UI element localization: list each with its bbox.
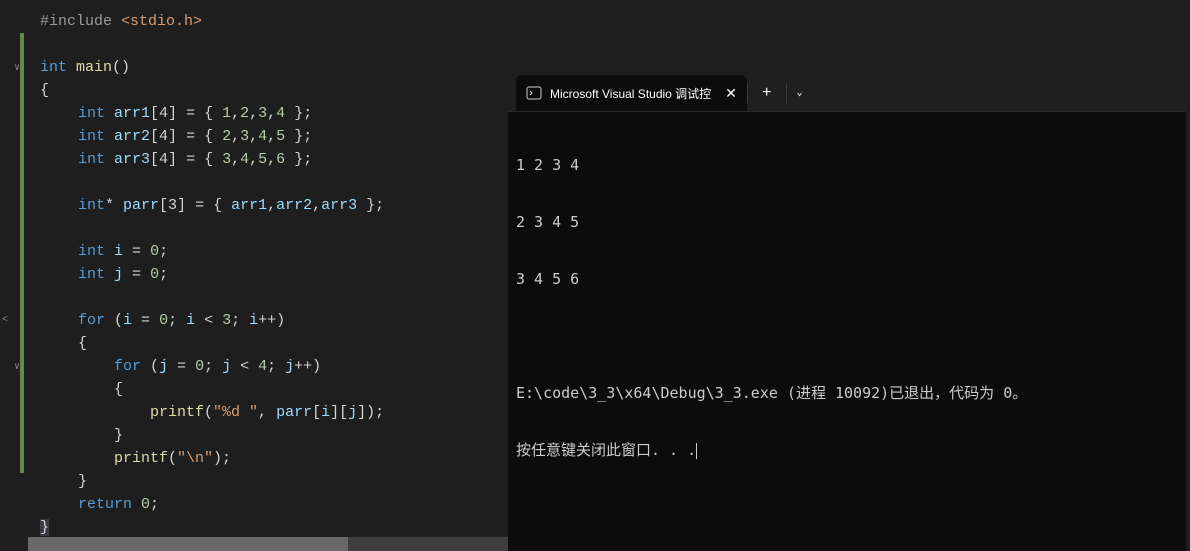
code-line[interactable]: ∨ int main()	[0, 56, 520, 79]
terminal-window: Microsoft Visual Studio 调试控 ✕ + ⌄ 1 2 3 …	[508, 74, 1186, 551]
code-editor[interactable]: #include <stdio.h> ∨ int main() { int ar…	[0, 0, 520, 551]
code-line[interactable]: < for (i = 0; i < 3; i++)	[0, 309, 520, 332]
code-line[interactable]: int arr3[4] = { 3,4,5,6 };	[0, 148, 520, 171]
code-line[interactable]: {	[0, 332, 520, 355]
code-line[interactable]: }	[0, 470, 520, 493]
code-line[interactable]: {	[0, 378, 520, 401]
close-icon[interactable]: ✕	[719, 85, 737, 102]
code-line-empty[interactable]	[0, 171, 520, 194]
code-line[interactable]: return 0;	[0, 493, 520, 516]
new-tab-button[interactable]: +	[748, 75, 786, 111]
output-line	[516, 327, 1178, 346]
output-line: 2 3 4 5	[516, 213, 1178, 232]
tab-title: Microsoft Visual Studio 调试控	[550, 85, 711, 102]
output-line: 1 2 3 4	[516, 156, 1178, 175]
terminal-titlebar[interactable]: Microsoft Visual Studio 调试控 ✕ + ⌄	[508, 74, 1186, 112]
code-line[interactable]: #include <stdio.h>	[0, 10, 520, 33]
cursor	[696, 443, 697, 459]
terminal-tab[interactable]: Microsoft Visual Studio 调试控 ✕	[516, 75, 747, 111]
terminal-output[interactable]: 1 2 3 4 2 3 4 5 3 4 5 6 E:\code\3_3\x64\…	[508, 112, 1186, 504]
scrollbar-thumb[interactable]	[28, 537, 348, 551]
code-line[interactable]: int i = 0;	[0, 240, 520, 263]
code-line[interactable]: int arr1[4] = { 1,2,3,4 };	[0, 102, 520, 125]
code-line[interactable]: int arr2[4] = { 2,3,4,5 };	[0, 125, 520, 148]
code-line[interactable]: printf("\n");	[0, 447, 520, 470]
output-line: 按任意键关闭此窗口. . .	[516, 441, 1178, 460]
code-line-empty[interactable]	[0, 217, 520, 240]
output-line: E:\code\3_3\x64\Debug\3_3.exe (进程 10092)…	[516, 384, 1178, 403]
code-line[interactable]: {	[0, 79, 520, 102]
code-line[interactable]: }	[0, 516, 520, 539]
fold-chevron-icon[interactable]: <	[2, 315, 12, 326]
code-line[interactable]: int j = 0;	[0, 263, 520, 286]
fold-chevron-icon[interactable]: ∨	[14, 361, 24, 373]
code-line-empty[interactable]	[0, 286, 520, 309]
terminal-app-icon	[526, 85, 542, 101]
output-line: 3 4 5 6	[516, 270, 1178, 289]
code-line[interactable]: printf("%d ", parr[i][j]);	[0, 401, 520, 424]
code-line[interactable]: }	[0, 424, 520, 447]
code-line[interactable]: ∨ for (j = 0; j < 4; j++)	[0, 355, 520, 378]
tab-dropdown-icon[interactable]: ⌄	[787, 75, 813, 111]
fold-chevron-icon[interactable]: ∨	[14, 62, 24, 74]
code-line-empty[interactable]	[0, 33, 520, 56]
code-line[interactable]: int* parr[3] = { arr1,arr2,arr3 };	[0, 194, 520, 217]
